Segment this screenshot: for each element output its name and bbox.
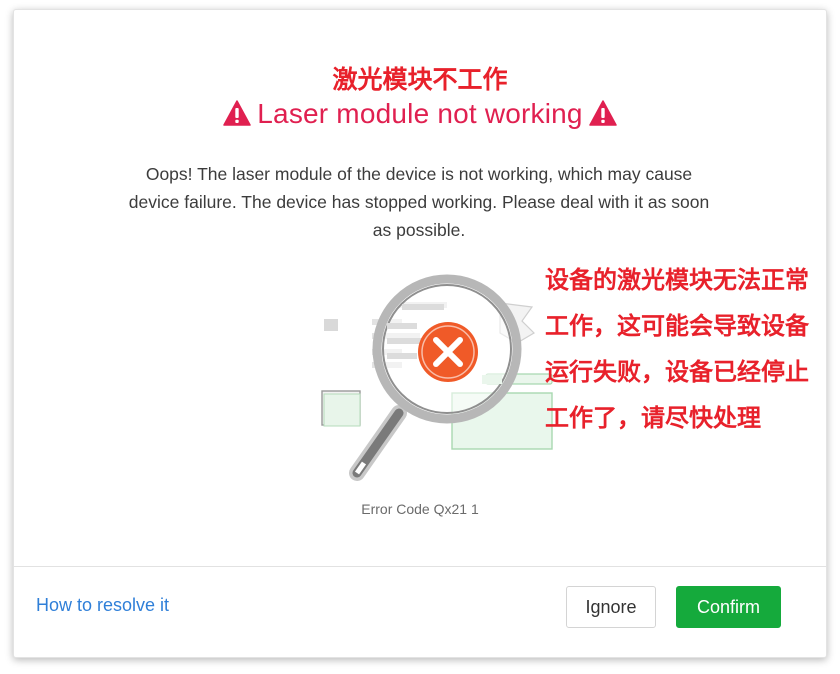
ignore-button[interactable]: Ignore xyxy=(566,586,656,628)
dialog-title-text: Laser module not working xyxy=(257,98,583,129)
chinese-annotation: 设备的激光模块无法正常工作，这可能会导致设备运行失败，设备已经停止工作了，请尽快… xyxy=(545,266,809,432)
confirm-button[interactable]: Confirm xyxy=(676,586,781,628)
error-dialog: 激光模块不工作 Laser module not working Oops! T… xyxy=(13,9,827,658)
footer-divider xyxy=(13,566,827,567)
how-to-resolve-link[interactable]: How to resolve it xyxy=(36,595,169,616)
warning-icon xyxy=(588,100,617,133)
error-message: Oops! The laser module of the device is … xyxy=(128,164,710,240)
dialog-title-cn: 激光模块不工作 xyxy=(332,65,508,94)
dialog-title: Laser module not working xyxy=(14,98,826,133)
error-code: Error Code Qx21 1 xyxy=(361,501,479,517)
magnifier-error-illustration xyxy=(302,263,562,492)
warning-icon xyxy=(223,100,252,133)
